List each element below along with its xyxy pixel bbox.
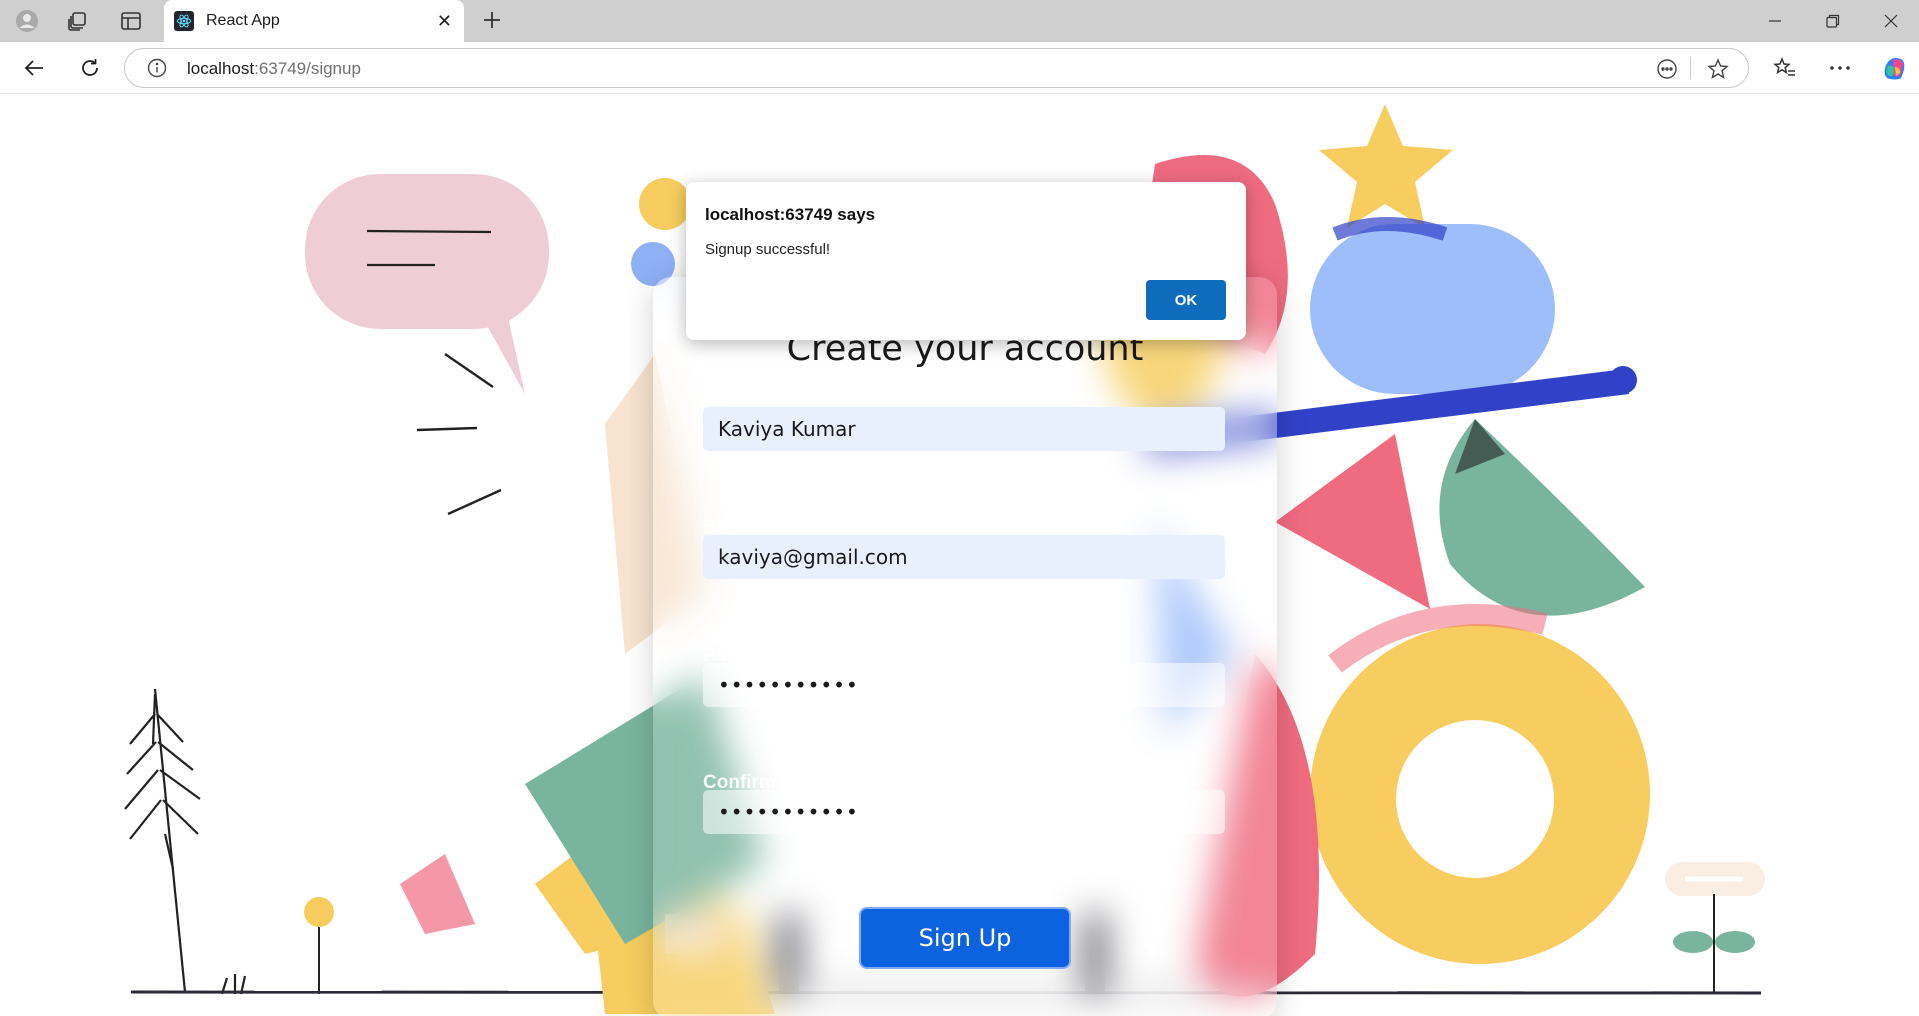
favorites-icon[interactable] bbox=[1771, 54, 1799, 82]
close-window-icon[interactable] bbox=[1862, 0, 1919, 42]
alert-dialog: localhost:63749 says Signup successful! … bbox=[686, 182, 1246, 340]
restore-icon[interactable] bbox=[1804, 0, 1862, 42]
react-logo-icon bbox=[174, 11, 194, 31]
password-input[interactable] bbox=[703, 663, 1225, 707]
browser-tab[interactable]: React App ✕ bbox=[164, 0, 464, 42]
shape-blue-pill bbox=[1310, 224, 1555, 394]
sign-up-button[interactable]: Sign Up bbox=[859, 907, 1071, 969]
shape-pink-triangle bbox=[1275, 434, 1430, 609]
tab-close-icon[interactable]: ✕ bbox=[437, 11, 452, 32]
tab-title: React App bbox=[206, 12, 280, 29]
star-illustration bbox=[1319, 104, 1453, 228]
address-bar[interactable]: localhost:63749/signup bbox=[124, 48, 1749, 88]
shape-yellow-small bbox=[639, 178, 691, 230]
favorite-star-icon[interactable] bbox=[1706, 57, 1730, 81]
copilot-icon[interactable] bbox=[1880, 54, 1908, 82]
browser-tab-bar: React App ✕ bbox=[0, 0, 1919, 42]
plant-illustration bbox=[124, 688, 247, 995]
dialog-title: localhost:63749 says bbox=[705, 205, 876, 224]
motion-lines-illustration bbox=[416, 353, 502, 516]
profile-icon[interactable] bbox=[14, 9, 40, 33]
speech-bubble-illustration bbox=[305, 174, 549, 394]
email-input[interactable] bbox=[703, 535, 1225, 579]
collections-icon[interactable] bbox=[64, 9, 90, 33]
new-tab-icon[interactable] bbox=[478, 6, 506, 34]
vertical-tabs-icon[interactable] bbox=[118, 9, 144, 33]
signup-page: Create your account Full Name Email addr… bbox=[5, 94, 1914, 1016]
confirm-password-input[interactable] bbox=[703, 790, 1225, 834]
more-options-icon[interactable] bbox=[1826, 54, 1854, 82]
flower-illustration bbox=[304, 897, 334, 994]
minimize-icon[interactable] bbox=[1746, 0, 1804, 42]
browser-toolbar: localhost:63749/signup bbox=[0, 42, 1919, 94]
refresh-icon[interactable] bbox=[74, 52, 106, 84]
dialog-message: Signup successful! bbox=[705, 241, 831, 258]
dialog-ok-button[interactable]: OK bbox=[1146, 280, 1226, 320]
signup-card: Create your account Full Name Email addr… bbox=[653, 277, 1277, 1016]
reading-mode-icon[interactable] bbox=[1655, 57, 1679, 81]
address-divider bbox=[1690, 57, 1691, 79]
url-text[interactable]: localhost:63749/signup bbox=[187, 59, 361, 79]
full-name-input[interactable] bbox=[703, 407, 1225, 451]
back-icon[interactable] bbox=[18, 52, 50, 84]
site-info-icon[interactable] bbox=[147, 58, 167, 83]
